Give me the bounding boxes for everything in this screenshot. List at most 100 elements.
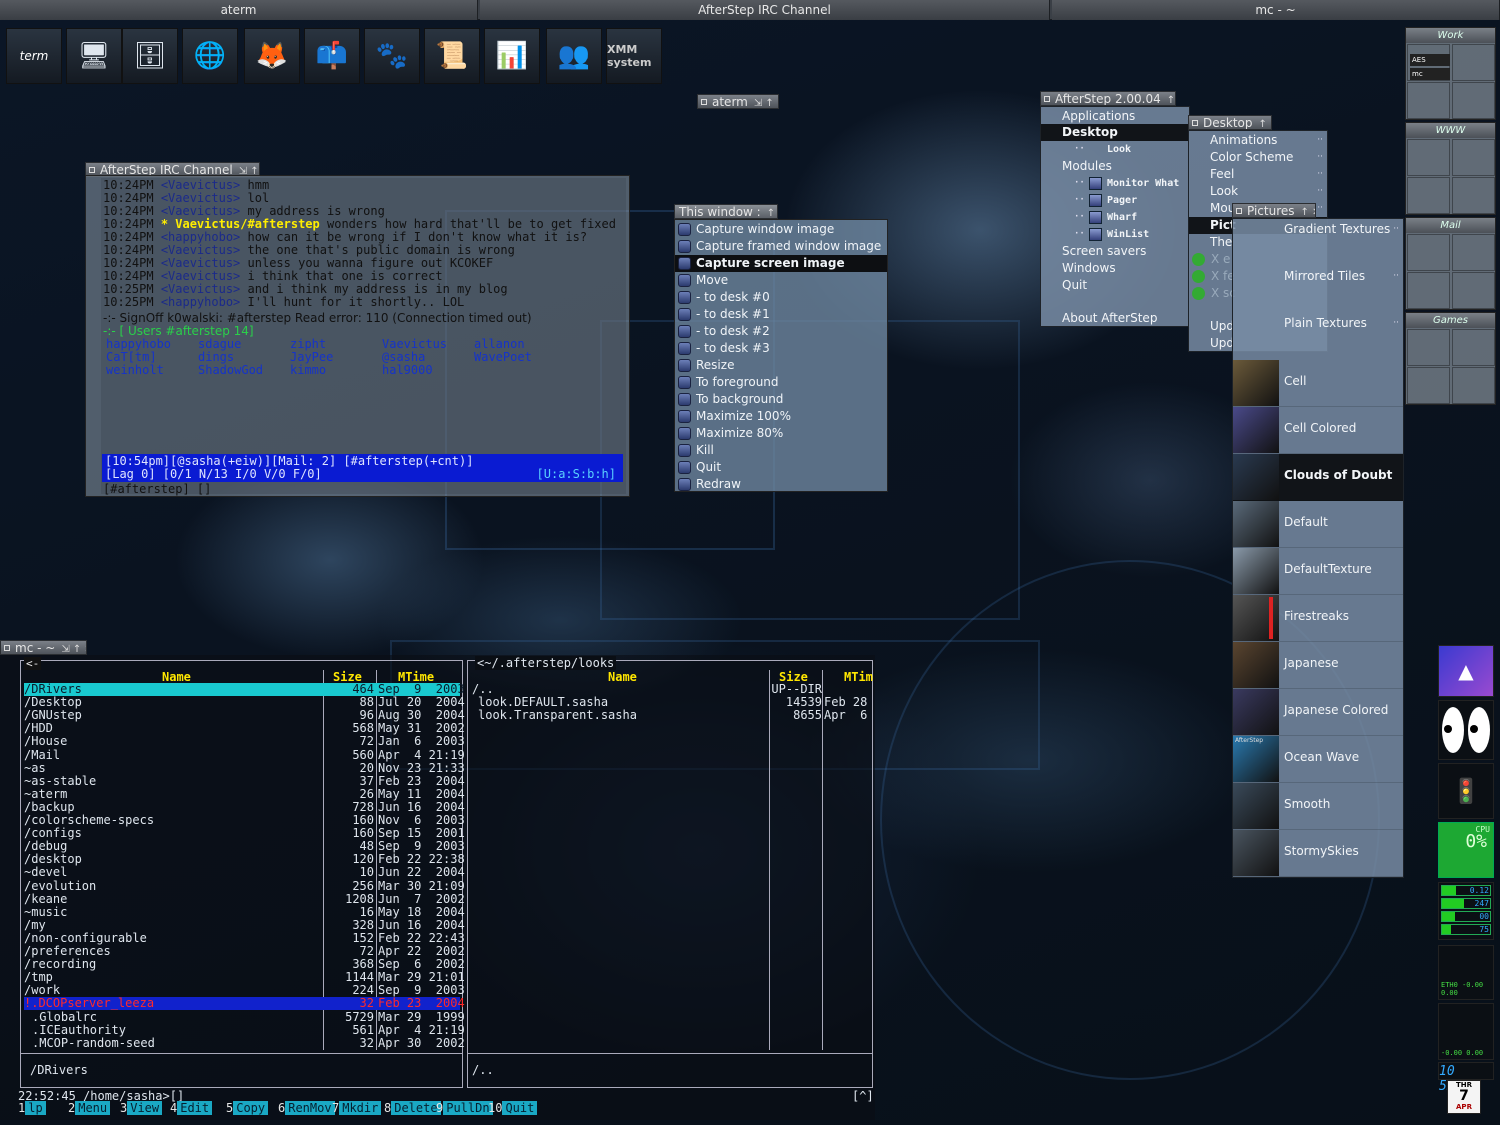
- pager-viewport[interactable]: [1452, 177, 1495, 214]
- window-buttons-icon[interactable]: ⇲ ↑ ✕: [754, 98, 778, 108]
- irc-nick-entry[interactable]: ShadowGod: [198, 364, 263, 377]
- mc-file-row[interactable]: /Mail 560 Apr 4 21:19: [24, 748, 465, 762]
- mc-file-row[interactable]: /desktop 120 Feb 22 22:38: [24, 853, 465, 866]
- people-launcher[interactable]: 👥: [546, 28, 602, 84]
- pager-viewport[interactable]: [1407, 329, 1450, 366]
- menu-item[interactable]: To foreground: [675, 374, 887, 391]
- desktop-menu-item[interactable]: ·· Animations: [1189, 132, 1327, 149]
- mc-file-row[interactable]: /work 224 Sep 9 2003: [24, 984, 465, 997]
- terminal-launcher[interactable]: term: [6, 28, 62, 84]
- taskbar-aterm[interactable]: aterm: [0, 0, 478, 20]
- mc-file-row[interactable]: /colorscheme-specs 160 Nov 6 2003: [24, 814, 465, 827]
- gimp-launcher[interactable]: 🐾: [364, 28, 420, 84]
- mc-file-row[interactable]: /configs 160 Sep 15 2001: [24, 827, 465, 840]
- taskbar-mc[interactable]: mc - ~: [1052, 0, 1500, 20]
- mc-fkey-delete[interactable]: 8 Delete: [384, 1101, 441, 1115]
- pictures-category[interactable]: Plain Textures ··: [1233, 315, 1403, 332]
- pictures-category[interactable]: Gradient Textures ··: [1233, 221, 1403, 238]
- mc-fkey-view[interactable]: 3 View: [120, 1101, 163, 1115]
- pager-viewport[interactable]: [1452, 82, 1495, 119]
- file-cabinet-launcher[interactable]: 🗄: [122, 28, 178, 84]
- desktop-menu-titlebar[interactable]: Desktop ↑ ✕: [1188, 115, 1272, 130]
- mc-file-row[interactable]: ~as-stable 37 Feb 23 2004: [24, 774, 465, 788]
- mc-file-row[interactable]: /GNUstep 96 Aug 30 2004: [24, 709, 465, 722]
- desktop-menu-item[interactable]: ·· Feel: [1189, 166, 1327, 183]
- menu-item[interactable]: - to desk #2: [675, 323, 887, 340]
- menu-item[interactable]: Capture window image: [675, 221, 887, 238]
- calendar[interactable]: THR 7 APR: [1447, 1080, 1481, 1114]
- menu-item[interactable]: Redraw: [675, 476, 887, 493]
- afterstep-menu-item[interactable]: Screen savers: [1041, 243, 1189, 260]
- mc-file-row[interactable]: ~devel 10 Jun 22 2004: [24, 866, 465, 879]
- menu-item[interactable]: Quit: [675, 459, 887, 476]
- mc-fkey-mkdir[interactable]: 7 Mkdir: [332, 1101, 382, 1115]
- pager-window[interactable]: AES: [1410, 54, 1450, 66]
- mc-file-row[interactable]: .Globalrc 5729 Mar 29 1999: [24, 1010, 465, 1024]
- afterstep-menu-item[interactable]: Windows: [1041, 260, 1189, 277]
- irc-input[interactable]: [#afterstep] []: [103, 482, 211, 496]
- afterstep-menu-item[interactable]: Desktop: [1041, 124, 1189, 141]
- picture-item[interactable]: AfterStep Ocean Wave: [1233, 736, 1403, 783]
- mc-file-row[interactable]: /non-configurable 152 Feb 22 22:43: [24, 931, 465, 945]
- desktop-menu-item[interactable]: ·· Color Scheme: [1189, 149, 1327, 166]
- taskbar-irc[interactable]: AfterStep IRC Channel: [480, 0, 1050, 20]
- monitor-launcher[interactable]: 🖥: [66, 28, 122, 84]
- menu-item[interactable]: Capture screen image: [675, 255, 887, 272]
- mc-fkey-edit[interactable]: 4 Edit: [170, 1101, 213, 1115]
- afterstep-menu-item[interactable]: ·· Wharf: [1041, 209, 1189, 226]
- mc-window[interactable]: <- <~/.afterstep/looks Name Size MTime N…: [0, 655, 875, 1120]
- mc-file-row[interactable]: /HDD 568 May 31 2002: [24, 722, 465, 735]
- mc-file-row[interactable]: ~as 20 Nov 23 21:33: [24, 761, 465, 775]
- pager-viewport[interactable]: [1407, 367, 1450, 404]
- pager-viewport[interactable]: [1407, 177, 1450, 214]
- pager-viewport[interactable]: [1452, 139, 1495, 176]
- mc-fkey-lp[interactable]: 1 lp: [18, 1101, 46, 1115]
- mc-file-row[interactable]: .ICEauthority 561 Apr 4 21:19: [24, 1023, 465, 1037]
- window-buttons-icon[interactable]: ↑ ✕: [1167, 95, 1175, 105]
- pager-viewport[interactable]: [1407, 272, 1450, 309]
- pager-viewport[interactable]: [1452, 44, 1495, 81]
- mc-fkey-quit[interactable]: 10 Quit: [488, 1101, 538, 1115]
- pager-desk-work[interactable]: Work AES mc: [1405, 27, 1496, 120]
- afterstep-logo[interactable]: ▲: [1438, 645, 1494, 697]
- mc-file-row[interactable]: /my 328 Jun 16 2004: [24, 918, 465, 932]
- mc-file-row[interactable]: ~aterm 26 May 11 2004: [24, 787, 465, 801]
- mc-file-row[interactable]: /evolution 256 Mar 30 21:09: [24, 879, 465, 893]
- afterstep-menu-item[interactable]: Quit: [1041, 277, 1189, 294]
- mc-fkey-copy[interactable]: 5 Copy: [226, 1101, 269, 1115]
- mc-file-row[interactable]: /tmp 1144 Mar 29 21:01: [24, 971, 465, 984]
- mc-file-row[interactable]: /Desktop 88 Jul 20 2004: [24, 696, 465, 709]
- afterstep-menu-item[interactable]: Modules: [1041, 158, 1189, 175]
- mc-file-row[interactable]: /keane 1208 Jun 7 2002: [24, 892, 465, 906]
- picture-item[interactable]: Smooth: [1233, 783, 1403, 830]
- window-buttons-icon[interactable]: ⇲ ↑ ✕: [61, 644, 86, 654]
- mc-titlebar[interactable]: mc - ~ ⇲ ↑ ✕: [0, 640, 87, 655]
- mc-right-panel[interactable]: [467, 660, 873, 1088]
- afterstep-menu-item[interactable]: Applications: [1041, 108, 1189, 125]
- mc-fkey-renmov[interactable]: 6 RenMov: [278, 1101, 335, 1115]
- mc-file-row[interactable]: /recording 368 Sep 6 2002: [24, 958, 465, 971]
- desktop-menu-item[interactable]: ·· Look: [1189, 183, 1327, 200]
- afterstep-menu-item[interactable]: ·· Monitor What: [1041, 175, 1189, 192]
- menu-item[interactable]: Maximize 80%: [675, 425, 887, 442]
- mc-left-col-name[interactable]: Name: [162, 670, 191, 684]
- mc-file-row[interactable]: /debug 48 Sep 9 2003: [24, 840, 465, 853]
- irc-window[interactable]: 10:24PM <Vaevictus> hmm 10:24PM <Vaevictu…: [85, 175, 630, 497]
- picture-item[interactable]: Cell Colored: [1233, 407, 1403, 454]
- pager-viewport[interactable]: [1452, 234, 1495, 271]
- mc-file-row[interactable]: /backup 728 Jun 16 2004: [24, 800, 465, 814]
- traffic-light-applet[interactable]: 🚦: [1438, 763, 1494, 819]
- picture-item[interactable]: Firestreaks: [1233, 595, 1403, 642]
- mc-right-col-name[interactable]: Name: [608, 670, 637, 684]
- firefox-launcher[interactable]: 🦊: [244, 28, 300, 84]
- pager-viewport[interactable]: [1407, 139, 1450, 176]
- pager-window[interactable]: mc: [1410, 68, 1450, 80]
- menu-item[interactable]: Move: [675, 272, 887, 289]
- pager-viewport[interactable]: [1452, 272, 1495, 309]
- menu-item[interactable]: Resize: [675, 357, 887, 374]
- afterstep-menu-item[interactable]: ·· WinList: [1041, 226, 1189, 243]
- picture-item[interactable]: DefaultTexture: [1233, 548, 1403, 595]
- mc-file-row[interactable]: look.Transparent.sasha 8655 Apr 6: [472, 709, 872, 722]
- menu-item[interactable]: To background: [675, 391, 887, 408]
- mc-fkey-pulldn[interactable]: 9 PullDn: [436, 1101, 493, 1115]
